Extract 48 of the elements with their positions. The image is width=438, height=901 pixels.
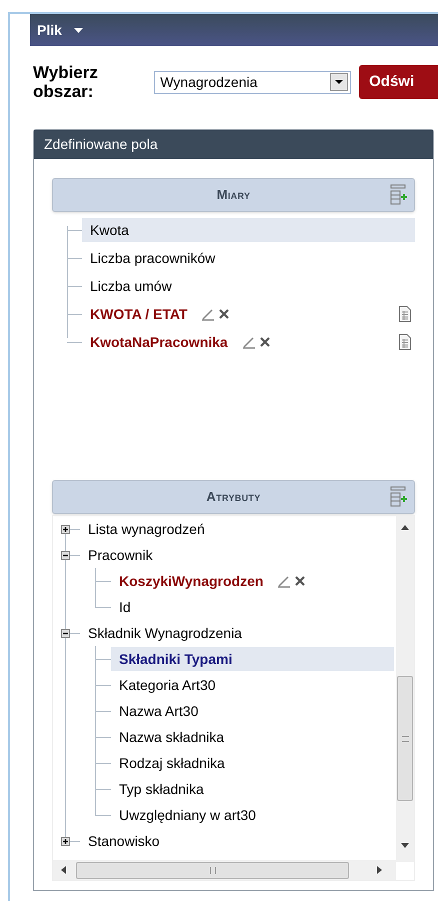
delete-icon[interactable]	[218, 308, 230, 320]
tree-item[interactable]: Id	[111, 595, 139, 619]
add-field-icon[interactable]	[390, 184, 408, 206]
scroll-down-icon[interactable]	[401, 843, 409, 848]
scroll-up-icon[interactable]	[401, 525, 409, 530]
caret-icon	[74, 28, 83, 32]
tree-item[interactable]: Składnik Wynagrodzenia	[80, 621, 250, 645]
tree-item[interactable]: KoszykiWynagrodzen	[111, 569, 272, 593]
attributes-title: Atrybuty	[206, 488, 261, 506]
area-label: Wybierz obszar:	[33, 63, 99, 101]
tree-item[interactable]: Liczba umów	[82, 274, 180, 298]
tree-item[interactable]: Kwota	[82, 218, 415, 242]
edit-icon[interactable]	[201, 308, 216, 320]
scroll-right-icon[interactable]	[377, 866, 382, 874]
area-select[interactable]: Wynagrodzenia	[154, 70, 352, 94]
tree-item[interactable]: Składniki Typami	[111, 647, 394, 671]
expand-icon[interactable]	[61, 836, 70, 846]
add-field-icon[interactable]	[390, 486, 408, 508]
tree-item[interactable]: Liczba pracowników	[82, 246, 224, 270]
tree-item[interactable]: Rodzaj składnika	[111, 751, 233, 775]
scroll-thumb[interactable]	[397, 676, 413, 801]
tree-item[interactable]: Kategoria Art30	[111, 673, 224, 697]
panel-title: Zdefiniowane pola	[44, 135, 158, 154]
delete-icon[interactable]	[258, 336, 271, 348]
measures-title: Miary	[216, 186, 250, 204]
collapse-icon[interactable]	[61, 550, 70, 560]
tree-item[interactable]: KwotaNaPracownika	[82, 330, 236, 354]
document-icon[interactable]	[399, 334, 411, 350]
edit-icon[interactable]	[277, 574, 292, 588]
tree-item[interactable]: Pracownik	[80, 543, 161, 567]
tree-item[interactable]: Lista wynagrodzeń	[80, 517, 213, 541]
refresh-button[interactable]: Odświ	[359, 65, 438, 99]
scroll-left-icon[interactable]	[61, 866, 66, 874]
tree-item[interactable]: Nazwa składnika	[111, 725, 232, 749]
vertical-scrollbar[interactable]	[396, 516, 414, 862]
edit-icon[interactable]	[242, 336, 256, 348]
tree-item[interactable]: Nazwa Art30	[111, 699, 206, 723]
horizontal-scrollbar[interactable]	[53, 860, 396, 880]
file-menu[interactable]: Plik	[37, 20, 83, 40]
collapse-icon[interactable]	[61, 628, 70, 638]
document-icon[interactable]	[399, 306, 411, 322]
tree-item[interactable]: KWOTA / ETAT	[82, 302, 196, 326]
delete-icon[interactable]	[294, 575, 306, 587]
scroll-thumb[interactable]	[76, 862, 349, 878]
tree-item[interactable]: Stanowisko	[80, 829, 168, 853]
expand-icon[interactable]	[61, 524, 70, 534]
tree-item[interactable]: Uwzględniany w art30	[111, 803, 264, 827]
tree-item[interactable]: Typ składnika	[111, 777, 212, 801]
